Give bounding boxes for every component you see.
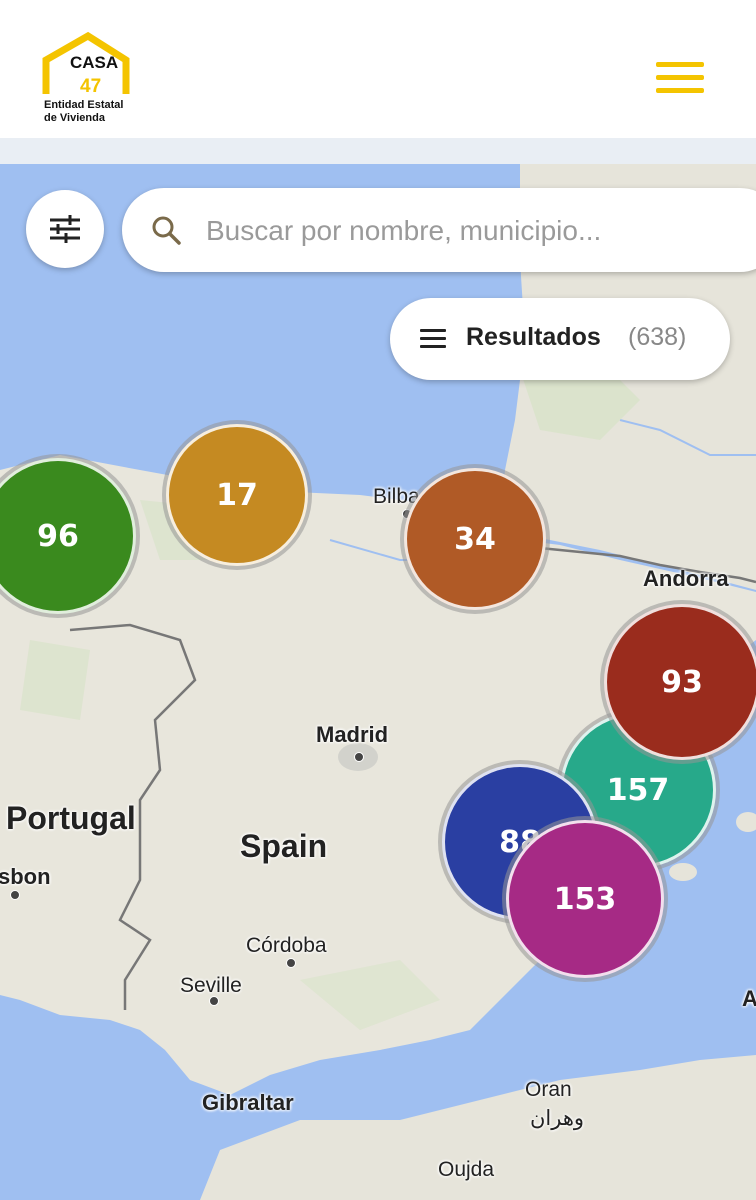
label-oran: Oran <box>525 1078 572 1101</box>
label-edge-a: A <box>742 986 756 1011</box>
results-count: (638) <box>628 323 687 351</box>
list-icon <box>420 329 446 349</box>
cluster-marker[interactable]: 17 <box>166 424 308 566</box>
logo-number: 47 <box>80 76 101 97</box>
label-spain: Spain <box>240 828 328 864</box>
logo-caption: Entidad Estatal de Vivienda <box>44 99 123 125</box>
lisbon-dot <box>10 890 20 900</box>
label-lisbon: sbon <box>0 864 51 889</box>
madrid-dot <box>354 752 364 762</box>
search-input[interactable] <box>204 206 748 256</box>
filter-sliders-icon[interactable] <box>26 190 104 268</box>
label-seville: Seville <box>180 974 242 997</box>
label-portugal: Portugal <box>6 800 136 836</box>
app-header: CASA 47 Entidad Estatal de Vivienda <box>0 0 756 138</box>
results-button[interactable]: Resultados (638) <box>390 298 730 380</box>
label-oran-arabic: وهران <box>530 1107 585 1130</box>
label-andorra: Andorra <box>643 566 729 591</box>
label-cordoba: Córdoba <box>246 934 327 957</box>
label-gibraltar: Gibraltar <box>202 1090 294 1115</box>
cluster-marker[interactable]: 34 <box>404 468 546 610</box>
cluster-marker[interactable]: 153 <box>506 820 664 978</box>
label-madrid: Madrid <box>316 722 389 747</box>
label-oujda: Oujda <box>438 1158 495 1181</box>
search-icon[interactable] <box>150 214 182 246</box>
hamburger-menu-icon[interactable] <box>656 62 704 94</box>
seville-dot <box>209 996 219 1006</box>
logo-line1: Entidad Estatal <box>44 99 124 111</box>
cluster-marker[interactable]: 93 <box>604 604 756 760</box>
results-label: Resultados <box>466 323 601 351</box>
cordoba-dot <box>286 958 296 968</box>
logo-casa-top: CASA <box>70 53 118 72</box>
logo-line2: de Vivienda <box>44 112 105 124</box>
search-bar <box>122 188 756 272</box>
